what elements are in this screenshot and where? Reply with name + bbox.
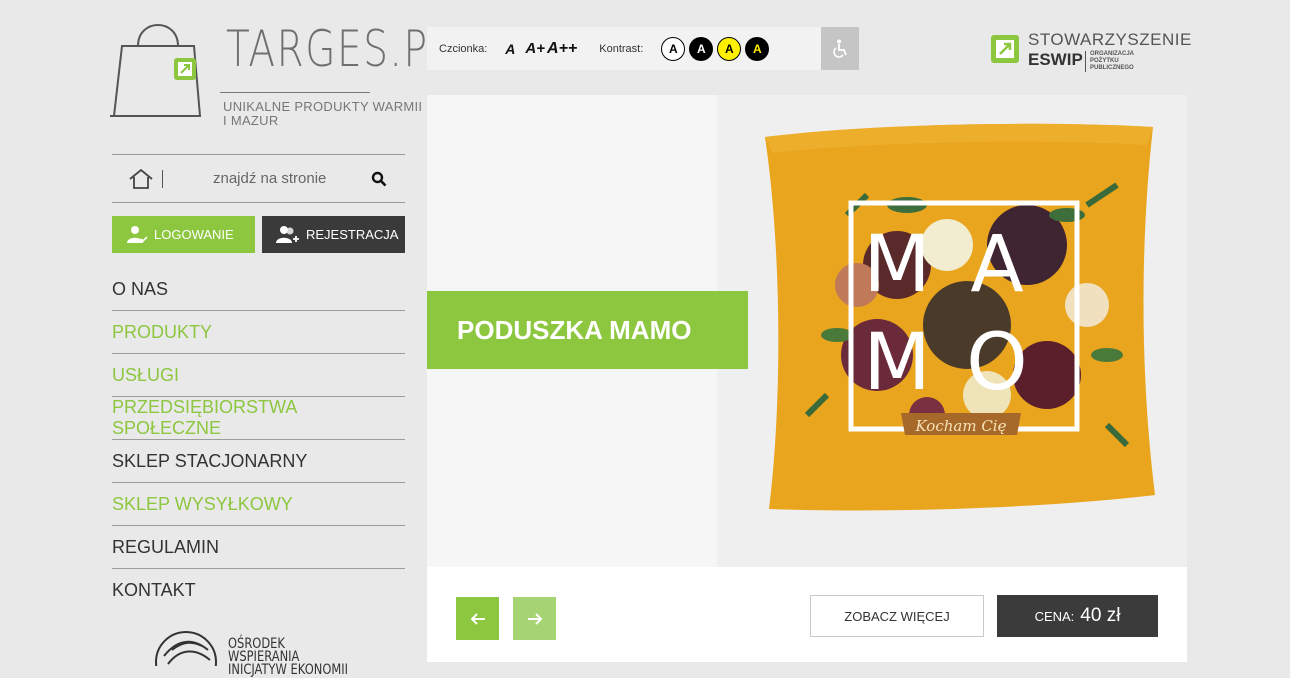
site-logo[interactable]: TARGES.PL UNIKALNE PRODUKTY WARMII I MAZ… (108, 12, 450, 142)
search-icon[interactable] (371, 171, 387, 187)
pillow-letter-m2: M (863, 318, 930, 408)
banner-title[interactable]: PODUSZKA MAMO (427, 291, 748, 369)
font-size-label: Czcionka: (439, 42, 488, 55)
eswip-logo[interactable]: STOWARZYSZENIE ESWIP ORGANIZACJA POŻYTKU… (990, 30, 1192, 72)
org-title: STOWARZYSZENIE (1028, 30, 1192, 49)
org-name: ESWIP (1028, 50, 1083, 69)
contrast-yellow[interactable]: A (717, 36, 742, 61)
menu-item-regulamin[interactable]: REGULAMIN (112, 526, 405, 569)
price-badge: CENA: 40 zł (997, 595, 1158, 637)
price-label: CENA: (1034, 608, 1075, 624)
add-user-icon (276, 225, 299, 243)
pillow-letter-m1: M (863, 220, 930, 310)
menu-item-o-nas[interactable]: O NAS (112, 268, 405, 311)
contrast-dark[interactable]: A (689, 36, 714, 61)
eswip-arrow-icon (991, 35, 1019, 63)
next-slide-button[interactable] (513, 597, 556, 640)
font-size-xlarge[interactable]: A++ (547, 40, 577, 58)
contrast-label: Kontrast: (599, 42, 644, 55)
pillow-ribbon-text: Kocham Cię (915, 417, 1007, 435)
previous-slide-button[interactable] (456, 597, 499, 640)
menu-item-kontakt[interactable]: KONTAKT (112, 569, 405, 612)
arrow-right-icon (527, 612, 542, 625)
org-subtitle: ORGANIZACJA POŻYTKU PUBLICZNEGO (1085, 51, 1150, 72)
main-menu: O NAS PRODUKTY USŁUGI PRZEDSIĘBIORSTWA S… (112, 268, 405, 612)
register-button[interactable]: REJESTRACJA (262, 216, 405, 253)
register-label: REJESTRACJA (306, 227, 399, 242)
login-label: LOGOWANIE (154, 227, 234, 242)
arrow-left-icon (470, 612, 485, 625)
brand-tagline: UNIKALNE PRODUKTY WARMII I MAZUR (223, 99, 423, 128)
user-icon (127, 225, 148, 243)
brand-name: TARGES.PL (226, 20, 452, 78)
brand-divider (220, 92, 370, 93)
search-input[interactable] (211, 169, 355, 188)
hero-banner: M A M O Kocham Cię PODUSZKA MAMO (427, 95, 1187, 567)
pillow-letter-o: O (966, 318, 1027, 408)
accessibility-toolbar: Czcionka: A A+ A++ Kontrast: A A A A (427, 27, 859, 70)
menu-item-uslugi[interactable]: USŁUGI (112, 354, 405, 397)
home-icon[interactable] (126, 167, 156, 191)
font-size-normal[interactable]: A (505, 41, 515, 57)
menu-item-sklep-stacjonarny[interactable]: SKLEP STACJONARNY (112, 440, 405, 483)
menu-item-przedsiebiorstwa[interactable]: PRZEDSIĘBIORSTWA SPOŁECZNE (112, 397, 405, 440)
wheelchair-accessibility-button[interactable] (821, 27, 859, 70)
search-separator (162, 169, 163, 188)
see-more-button[interactable]: ZOBACZ WIĘCEJ (810, 595, 984, 637)
contrast-default[interactable]: A (661, 36, 686, 61)
contrast-yellow-on-black[interactable]: A (745, 36, 770, 61)
login-button[interactable]: LOGOWANIE (112, 216, 255, 253)
osrodek-emblem-icon (155, 631, 217, 678)
osrodek-text: OŚRODEK WSPIERANIA INICJATYW EKONOMII (228, 636, 349, 678)
menu-item-produkty[interactable]: PRODUKTY (112, 311, 405, 354)
pillow-letter-a: A (970, 220, 1023, 310)
menu-item-sklep-wysylkowy[interactable]: SKLEP WYSYŁKOWY (112, 483, 405, 526)
shopping-bag-icon (110, 24, 202, 117)
wheelchair-icon (833, 39, 847, 58)
font-size-large[interactable]: A+ (525, 40, 545, 57)
osrodek-logo[interactable]: OŚRODEK WSPIERANIA INICJATYW EKONOMII (150, 626, 410, 678)
price-value: 40 zł (1080, 605, 1121, 626)
search-bar (112, 154, 405, 203)
